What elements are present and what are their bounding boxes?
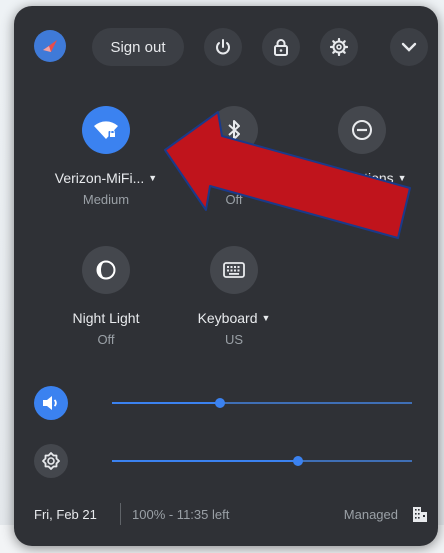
avatar[interactable]: [34, 30, 66, 62]
keyboard-label[interactable]: Keyboard ▼: [174, 310, 294, 326]
brightness-thumb[interactable]: [293, 456, 303, 466]
keyboard-tile[interactable]: Keyboard ▼ US: [174, 246, 294, 347]
brightness-button: [34, 444, 68, 478]
volume-slider[interactable]: [112, 398, 412, 408]
volume-slider-row: [34, 386, 424, 420]
keyboard-icon: [223, 262, 245, 278]
notifications-tile[interactable]: Notifications ▼: [302, 106, 422, 192]
gear-icon: [330, 38, 348, 56]
bluetooth-label[interactable]: Bluetooth ▼: [174, 170, 294, 186]
settings-button[interactable]: [320, 28, 358, 66]
volume-fill: [112, 402, 220, 404]
brightness-fill: [112, 460, 298, 462]
bluetooth-tile[interactable]: Bluetooth ▼ Off: [174, 106, 294, 207]
network-tile[interactable]: Verizon-MiFi... ▼ Medium: [46, 106, 166, 207]
night-light-label: Night Light: [72, 310, 140, 326]
keyboard-name: Keyboard: [197, 310, 258, 326]
managed-label[interactable]: Managed: [344, 507, 398, 522]
network-toggle[interactable]: [82, 106, 130, 154]
power-icon: [216, 39, 230, 55]
chevron-down-icon: [401, 42, 417, 52]
sign-out-label: Sign out: [110, 38, 166, 56]
status-footer: Fri, Feb 21 100% - 11:35 left Managed: [34, 503, 428, 527]
do-not-disturb-icon: [352, 120, 372, 140]
mute-button[interactable]: [34, 386, 68, 420]
brightness-slider[interactable]: [112, 456, 412, 466]
power-button[interactable]: [204, 28, 242, 66]
network-strength: Medium: [82, 192, 130, 207]
notifications-label[interactable]: Notifications ▼: [302, 170, 422, 186]
network-label[interactable]: Verizon-MiFi... ▼: [46, 170, 166, 186]
bluetooth-name: Bluetooth: [197, 170, 258, 186]
notifications-toggle[interactable]: [338, 106, 386, 154]
volume-thumb[interactable]: [215, 398, 225, 408]
quick-settings-panel: Sign out Verizon-MiFi... ▼ Medium Blueto…: [14, 6, 438, 546]
night-light-icon: [96, 260, 116, 280]
night-light-status: Off: [97, 332, 115, 347]
top-bar: Sign out: [14, 6, 438, 86]
volume-icon: [43, 396, 57, 410]
lock-icon: [274, 39, 288, 56]
caret-down-icon: ▼: [397, 173, 407, 183]
date-label[interactable]: Fri, Feb 21: [34, 507, 97, 522]
caret-down-icon: ▼: [261, 173, 271, 183]
divider: [120, 503, 121, 525]
wifi-icon: [94, 121, 118, 139]
app-logo-icon: [43, 40, 57, 52]
brightness-icon: [42, 452, 60, 470]
caret-down-icon: ▼: [148, 173, 158, 183]
sign-out-button[interactable]: Sign out: [92, 28, 184, 66]
night-light-tile[interactable]: Night Light Off: [46, 246, 166, 347]
battery-status[interactable]: 100% - 11:35 left: [132, 507, 229, 522]
lock-button[interactable]: [262, 28, 300, 66]
notifications-name: Notifications: [317, 170, 394, 186]
night-light-toggle[interactable]: [82, 246, 130, 294]
collapse-button[interactable]: [390, 28, 428, 66]
bluetooth-status: Off: [225, 192, 243, 207]
brightness-slider-row: [34, 444, 424, 478]
bluetooth-toggle[interactable]: [210, 106, 258, 154]
caret-down-icon: ▼: [261, 313, 271, 323]
bluetooth-icon: [228, 120, 240, 140]
enterprise-building-icon: [413, 507, 427, 522]
network-name: Verizon-MiFi...: [54, 170, 145, 186]
keyboard-toggle[interactable]: [210, 246, 258, 294]
keyboard-layout: US: [224, 332, 244, 347]
